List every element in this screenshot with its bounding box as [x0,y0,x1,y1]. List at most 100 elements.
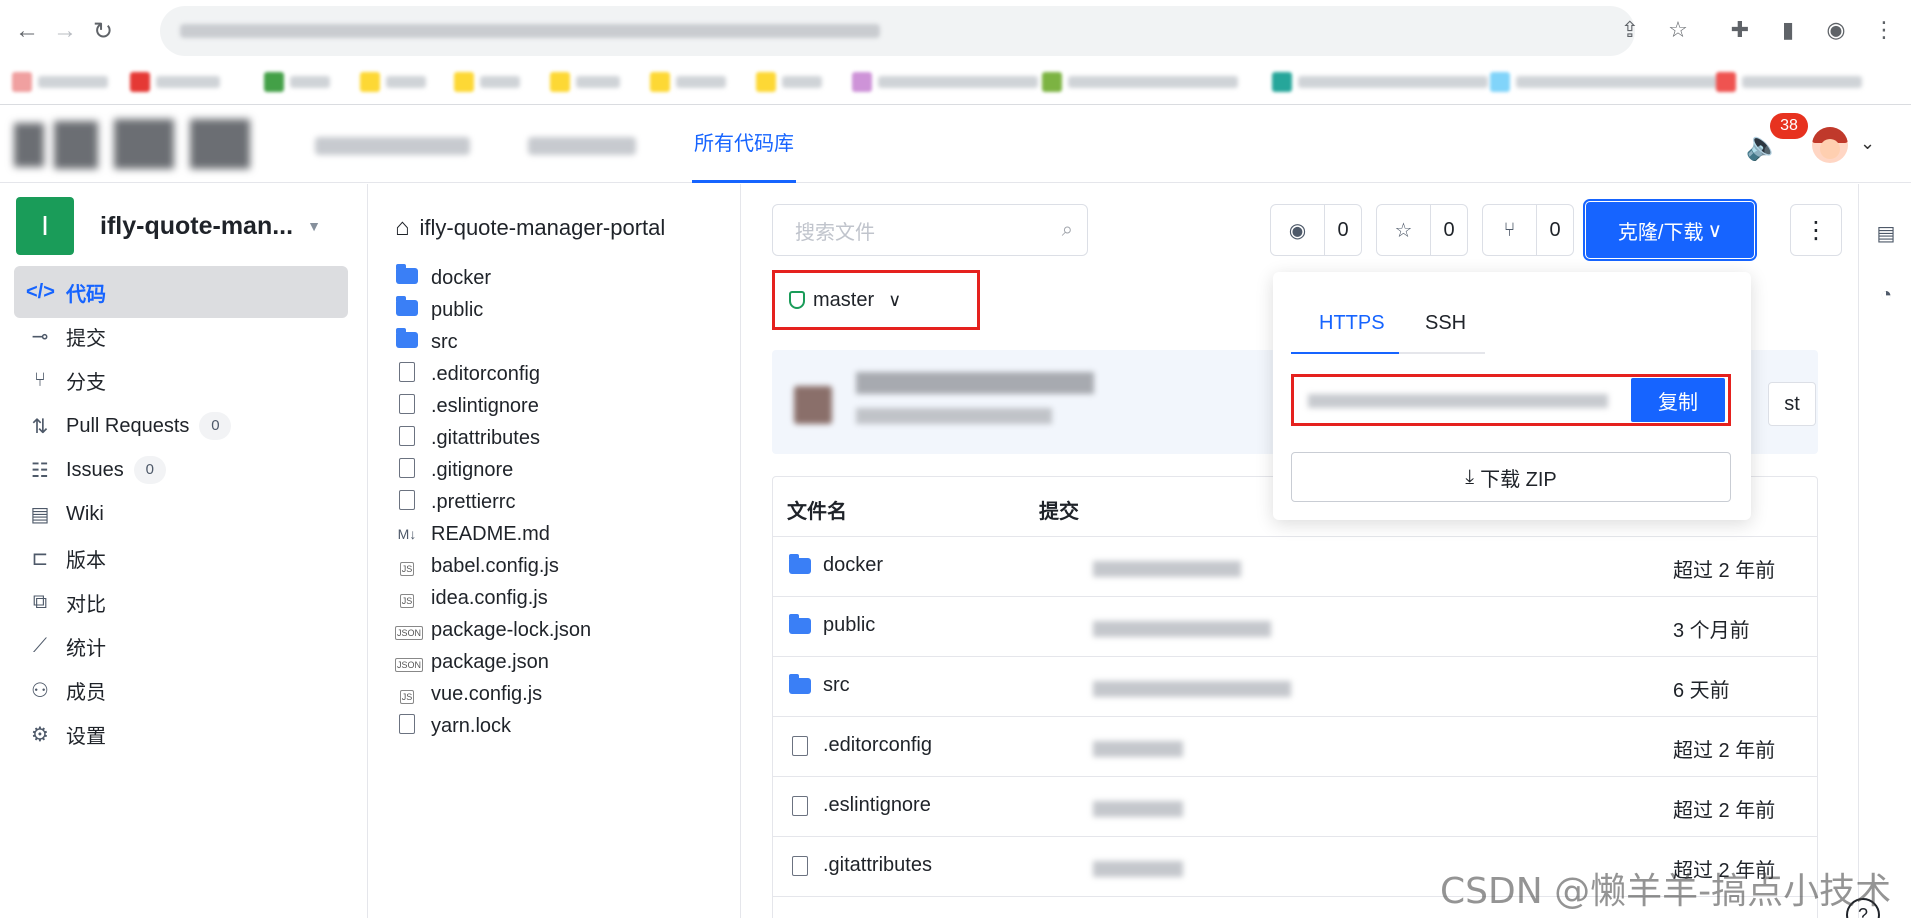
code-icon: </> [26,280,55,303]
row-name[interactable]: .editorconfig [823,734,932,757]
sidebar-item-label: 设置 [66,725,106,748]
forward-arrow-icon[interactable]: → [48,14,82,48]
tree-item[interactable]: JS babel.config.js [395,550,559,582]
eye-icon: ◉ [1271,205,1325,255]
tree-root[interactable]: ⌂ ifly-quote-manager-portal [395,214,665,242]
branch-selector[interactable]: master ∨ [772,270,980,330]
tab-all-repos[interactable]: 所有代码库 [692,105,796,183]
kebab-menu-icon[interactable]: ⋮ [1866,12,1902,48]
repo-name: ifly-quote-man... [100,211,294,240]
chevron-down-icon: ∨ [1707,219,1723,242]
folder-icon [395,295,419,321]
tree-item[interactable]: .editorconfig [395,358,540,390]
caret-down-icon: ▼ [307,218,321,234]
back-arrow-icon[interactable]: ← [10,14,44,48]
tree-item[interactable]: JS idea.config.js [395,582,548,614]
sidebar-item-label: 提交 [66,327,106,350]
row-time: 3 个月前 [1673,620,1750,642]
extensions-icon[interactable]: ✚ [1722,12,1758,48]
table-row[interactable]: public 3 个月前 [773,597,1817,657]
file-icon [789,795,811,816]
members-icon: ⚇ [31,679,49,702]
browser-toolbar: ← → ↻ ⇪ ☆ ✚ ▮ ◉ ⋮ [0,0,1911,62]
tree-item[interactable]: docker [395,262,491,294]
bookmark-star-icon[interactable]: ☆ [1660,12,1696,48]
tree-item-label: README.md [431,522,550,545]
file-search-input[interactable]: 搜索文件 ⌕ [772,204,1088,256]
repo-switcher[interactable]: I ifly-quote-man... ▼ [16,197,356,255]
download-zip-button[interactable]: ⤓ 下载 ZIP [1291,452,1731,502]
table-row[interactable]: docker 超过 2 年前 [773,537,1817,597]
header-tab-blurred[interactable] [528,137,636,155]
tree-item[interactable]: yarn.lock [395,710,511,742]
row-name[interactable]: .gitattributes [823,854,932,877]
tree-item[interactable]: public [395,294,483,326]
row-name[interactable]: .eslintignore [823,794,931,817]
table-row[interactable]: .editorconfig 超过 2 年前 [773,717,1817,777]
copy-button[interactable]: 复制 [1631,378,1725,422]
sidebar-item-label: Wiki [66,502,104,525]
download-icon: ⤓ [1465,465,1475,488]
row-name[interactable]: docker [823,554,883,577]
bookmarks-bar [0,62,1911,104]
row-name[interactable]: src [823,674,850,697]
clone-download-button[interactable]: 克隆/下载 ∨ [1583,199,1757,261]
table-row[interactable]: src 6 天前 [773,657,1817,717]
wiki-icon: ▤ [30,503,50,526]
tree-item[interactable]: .eslintignore [395,390,539,422]
search-placeholder: 搜索文件 [795,221,875,244]
fork-button[interactable]: ⑂ 0 [1482,204,1574,256]
sidebar-item-settings[interactable]: ⚙ 设置 [14,708,348,760]
share-icon[interactable]: ⇪ [1612,12,1648,48]
download-zip-label: 下载 ZIP [1480,468,1557,491]
reload-icon[interactable]: ↻ [86,14,120,48]
logo[interactable] [14,117,294,173]
star-button[interactable]: ☆ 0 [1376,204,1468,256]
fork-icon: ⑂ [1483,205,1537,255]
clone-url-field[interactable] [1300,380,1631,420]
tree-item[interactable]: M↓ README.md [395,518,550,550]
tree-item[interactable]: JSON package.json [395,646,549,678]
more-options-button[interactable]: ⋮ [1790,204,1842,256]
sidebar-item-branches[interactable]: ⑂ 分支 [14,354,348,406]
tree-item-label: docker [431,266,492,289]
protected-branch-icon [789,291,805,309]
pie-chart-icon[interactable]: ◔ [1873,282,1899,308]
search-icon: ⌕ [1061,219,1073,241]
table-row[interactable]: .eslintignore 超过 2 年前 [773,777,1817,837]
chevron-down-icon[interactable]: ⌄ [1860,133,1875,154]
json-file-icon: JSON [395,657,424,672]
tree-item[interactable]: .gitignore [395,454,513,486]
side-panel-icon[interactable]: ▮ [1770,12,1806,48]
fork-count: 0 [1549,218,1561,241]
user-avatar[interactable] [1812,127,1848,163]
folder-icon [395,263,419,289]
sidebar-item-label: 对比 [66,593,106,616]
readme-icon[interactable]: ▤ [1873,220,1899,246]
js-file-icon: JS [399,689,415,704]
row-name[interactable]: public [823,614,875,637]
sidebar-item-label: Issues [66,458,124,481]
tree-item[interactable]: .gitattributes [395,422,540,454]
clone-popover: HTTPS SSH 复制 ⤓ 下载 ZIP [1273,272,1751,520]
commit-message-blurred [856,372,1094,394]
tree-item[interactable]: JS vue.config.js [395,678,542,710]
js-file-icon: JS [399,593,415,608]
tree-item-label: babel.config.js [431,554,559,577]
tree-item-label: .eslintignore [431,394,539,417]
tree-item-label: .gitignore [431,458,514,481]
commit-message-blurred [1093,681,1291,697]
notification-badge: 38 [1770,113,1808,139]
tree-item[interactable]: JSON package-lock.json [395,614,591,646]
header-tab-blurred[interactable] [315,137,470,155]
chevron-down-icon: ∨ [888,289,902,310]
file-table: 文件名 提交 docker 超过 2 年前 public 3 个月前 src 6… [772,476,1818,918]
address-bar[interactable] [160,6,1635,56]
committer-avatar [794,386,832,424]
profile-icon[interactable]: ◉ [1818,12,1854,48]
tree-item[interactable]: src [395,326,458,358]
commit-history-button[interactable]: st [1768,382,1816,426]
tree-item[interactable]: .prettierrc [395,486,515,518]
watch-count: 0 [1337,218,1349,241]
watch-button[interactable]: ◉ 0 [1270,204,1362,256]
